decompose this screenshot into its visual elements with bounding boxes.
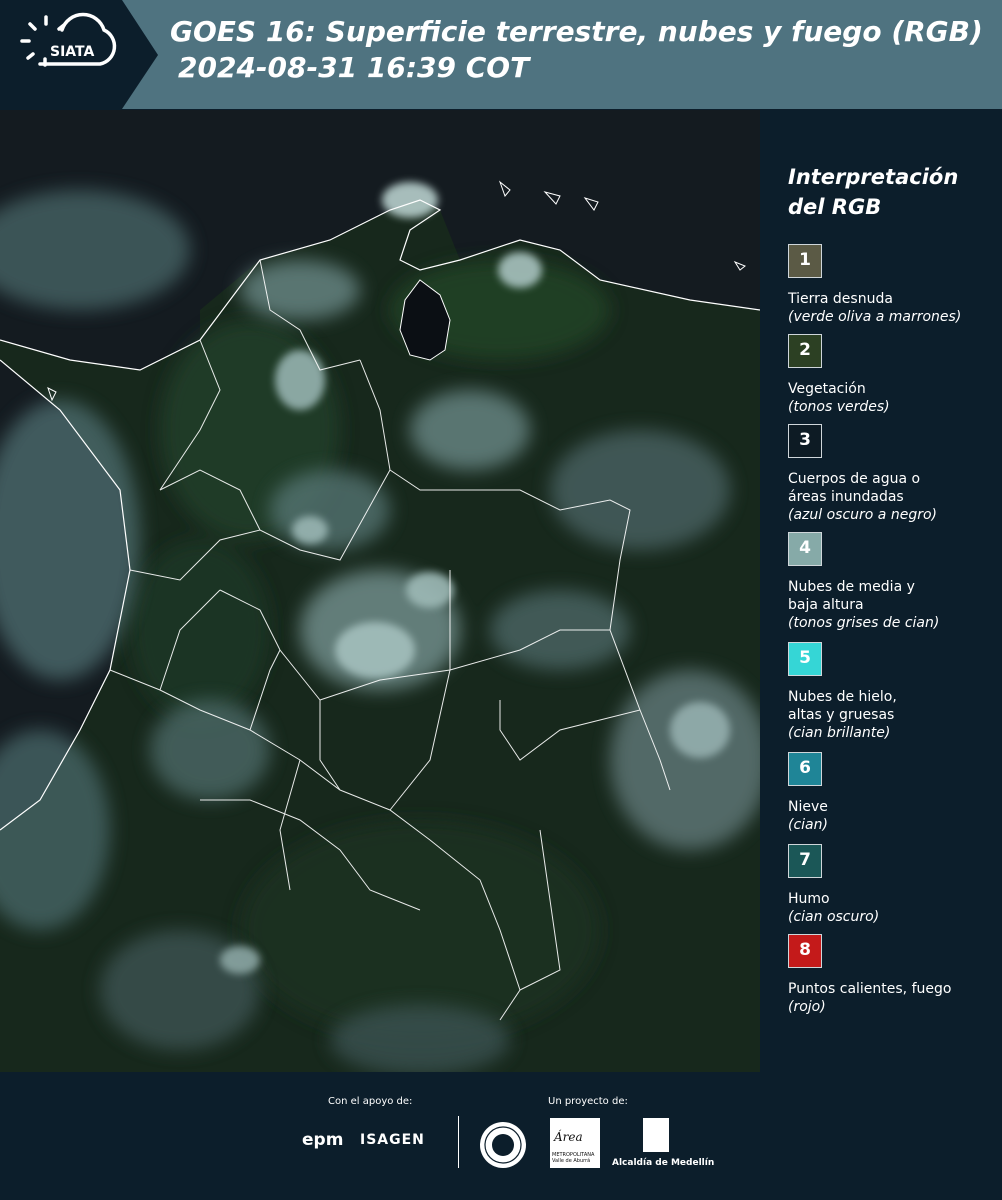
legend-item-note: (cian oscuro) [788, 909, 880, 925]
legend-swatch: 2 [788, 334, 822, 368]
legend-item-note: (cian brillante) [788, 725, 891, 741]
legend-item-label: Cuerpos de agua o áreas inundadas [788, 471, 921, 505]
footer-divider [458, 1116, 459, 1168]
legend-item-smoke: 7 Humo (cian oscuro) [788, 844, 998, 926]
legend-item-label: Nubes de media y baja altura [788, 579, 915, 613]
title-product: GOES 16: Superficie terrestre, nubes y f… [170, 15, 983, 48]
legend-swatch: 3 [788, 424, 822, 458]
legend-item-label: Nieve [788, 799, 828, 815]
legend-item-label: Nubes de hielo, altas y gruesas [788, 689, 897, 723]
legend-item-vegetation: 2 Vegetación (tonos verdes) [788, 334, 998, 416]
legend-item-water: 3 Cuerpos de agua o áreas inundadas (azu… [788, 424, 998, 524]
legend-swatch: 6 [788, 752, 822, 786]
legend-title-line2: del RGB [788, 195, 882, 219]
legend-item-label: Humo [788, 891, 830, 907]
legend-title-line1: Interpretación [788, 165, 959, 189]
legend-swatch: 1 [788, 244, 822, 278]
legend-item-label: Puntos calientes, fuego [788, 981, 952, 997]
legend-item-note: (azul oscuro a negro) [788, 507, 937, 523]
legend-swatch: 8 [788, 934, 822, 968]
siata-logo-text: SIATA [50, 44, 95, 60]
area-logo-text: Área [554, 1130, 583, 1144]
siata-logo: SIATA [0, 0, 158, 109]
header-bar: SIATA GOES 16: Superficie terrestre, nub… [0, 0, 1002, 109]
title-datetime: 2024-08-31 16:39 COT [178, 51, 530, 84]
legend-item-note: (rojo) [788, 999, 826, 1015]
isagen-logo: ISAGEN [360, 1132, 425, 1148]
legend-swatch: 5 [788, 642, 822, 676]
area-logo-subtext: METROPOLITANA Valle de Aburrá [552, 1152, 595, 1164]
legend-item-note: (verde oliva a marrones) [788, 309, 962, 325]
legend-item-label: Tierra desnuda [788, 291, 893, 307]
support-label: Con el apoyo de: [328, 1096, 413, 1107]
alcaldia-label: Alcaldía de Medellín [612, 1158, 715, 1168]
epm-logo: epm [302, 1130, 344, 1150]
legend-panel: Interpretación del RGB 1 Tierra desnuda … [760, 110, 1002, 1072]
legend-item-label: Vegetación [788, 381, 866, 397]
legend-swatch: 4 [788, 532, 822, 566]
area-metropolitana-logo: Área METROPOLITANA Valle de Aburrá [550, 1118, 600, 1168]
legend-item-note: (tonos verdes) [788, 399, 890, 415]
legend-title: Interpretación del RGB [788, 162, 958, 222]
legend-item-bare-land: 1 Tierra desnuda (verde oliva a marrones… [788, 244, 998, 326]
legend-item-snow: 6 Nieve (cian) [788, 752, 998, 834]
project-label: Un proyecto de: [548, 1096, 628, 1107]
alcaldia-shield-icon [643, 1118, 669, 1152]
legend-item-note: (cian) [788, 817, 828, 833]
footer: Con el apoyo de: Un proyecto de: epm ISA… [0, 1072, 1002, 1200]
legend-item-ice-clouds: 5 Nubes de hielo, altas y gruesas (cian … [788, 642, 998, 742]
legend-swatch: 7 [788, 844, 822, 878]
satellite-map [0, 110, 760, 1072]
page-title: GOES 16: Superficie terrestre, nubes y f… [170, 14, 1000, 86]
medellin-seal-icon [480, 1122, 526, 1168]
legend-item-mid-low-clouds: 4 Nubes de media y baja altura (tonos gr… [788, 532, 998, 632]
legend-item-fire: 8 Puntos calientes, fuego (rojo) [788, 934, 998, 1016]
legend-item-note: (tonos grises de cian) [788, 615, 940, 631]
